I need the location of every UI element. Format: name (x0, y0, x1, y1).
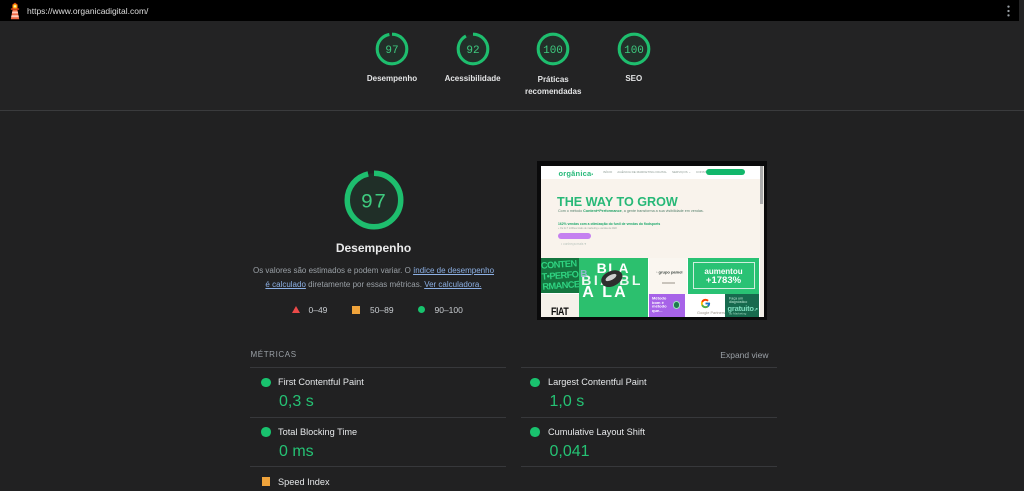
svg-text:92: 92 (466, 45, 479, 57)
svg-text:100: 100 (624, 45, 644, 57)
svg-text:100: 100 (543, 45, 563, 57)
svg-text:97: 97 (385, 45, 398, 57)
svg-text:97: 97 (360, 192, 387, 215)
